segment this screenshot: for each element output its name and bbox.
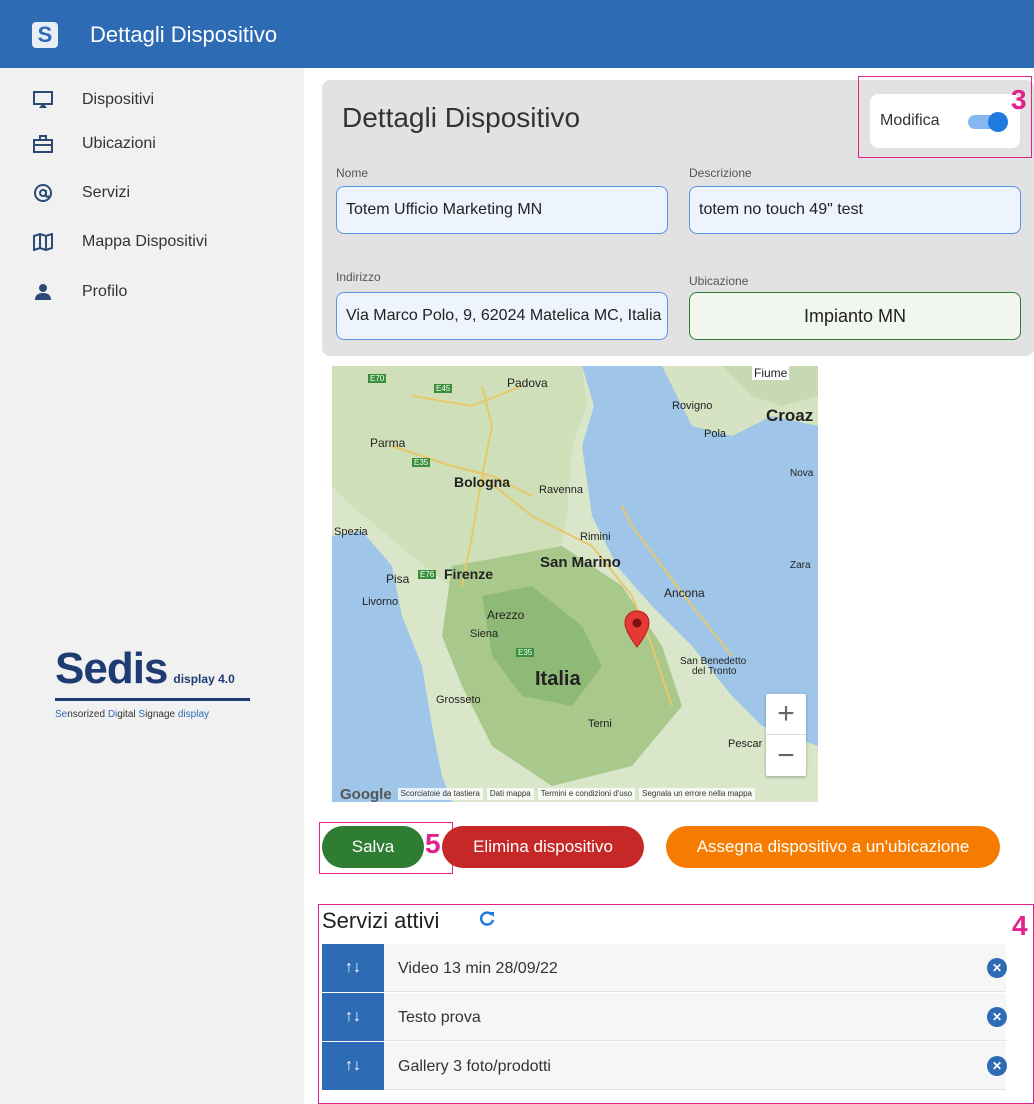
terms-link[interactable]: Termini e condizioni d'uso xyxy=(537,788,636,800)
refresh-icon[interactable] xyxy=(478,910,496,934)
monitor-icon xyxy=(32,89,54,111)
service-label: Video 13 min 28/09/22 xyxy=(398,960,558,977)
ubicazione-field[interactable]: Impianto MN xyxy=(689,292,1021,340)
annotation-5: 5 xyxy=(425,828,441,859)
map-label-italia: Italia xyxy=(535,668,581,690)
map-label-rovigno: Rovigno xyxy=(672,400,713,412)
modifica-toggle-container[interactable]: Modifica xyxy=(870,94,1020,148)
descrizione-label: Descrizione xyxy=(689,166,752,180)
person-icon xyxy=(32,281,54,303)
google-logo: Google xyxy=(340,785,392,803)
service-row[interactable]: ↑↓ Gallery 3 foto/prodotti ✕ xyxy=(322,1042,1007,1090)
map-label-bologna: Bologna xyxy=(454,474,510,490)
brand-tagline: Sensorized Digital Signage display xyxy=(55,709,210,720)
sidebar-item-mappa-dispositivi[interactable]: Mappa Dispositivi xyxy=(0,222,304,262)
servizi-attivi-title: Servizi attivi xyxy=(322,908,440,933)
remove-service-icon[interactable]: ✕ xyxy=(987,1007,1007,1027)
map-label-pescara: Pescar xyxy=(728,738,763,750)
sidebar-item-label: Servizi xyxy=(82,184,131,201)
at-icon xyxy=(32,182,54,204)
map-label-ancona: Ancona xyxy=(664,586,705,600)
brand-version: display 4.0 xyxy=(173,672,235,686)
page-title: Dettagli Dispositivo xyxy=(342,102,581,133)
map-label-terni: Terni xyxy=(588,718,612,730)
sidebar-item-profilo[interactable]: Profilo xyxy=(0,272,304,312)
drag-handle-icon[interactable]: ↑↓ xyxy=(322,1042,384,1090)
sidebar-item-label: Mappa Dispositivi xyxy=(82,233,208,250)
map-label-croazia: Croaz xyxy=(766,406,814,425)
app-header: S Dettagli Dispositivo xyxy=(0,0,1034,68)
sidebar-item-dispositivi[interactable]: Dispositivi xyxy=(0,80,304,120)
road-shield-e45: E45 xyxy=(434,384,453,393)
brand-underline xyxy=(55,698,250,701)
annotation-4: 4 xyxy=(1012,910,1028,941)
app-logo: S xyxy=(32,22,58,48)
assegna-ubicazione-button[interactable]: Assegna dispositivo a un'ubicazione xyxy=(666,826,1000,868)
map-label-parma: Parma xyxy=(370,436,406,450)
annotation-3: 3 xyxy=(1011,84,1027,115)
sidebar-item-label: Ubicazioni xyxy=(82,135,156,152)
map-data-link[interactable]: Dati mappa xyxy=(486,788,534,800)
road-shield-e35: E35 xyxy=(412,458,431,467)
app-title: Dettagli Dispositivo xyxy=(90,22,278,47)
map-label-ravenna: Ravenna xyxy=(539,484,584,496)
map-label-zara: Zara xyxy=(790,560,811,571)
road-shield-e35-south: E35 xyxy=(516,648,535,657)
sidebar-item-label: Dispositivi xyxy=(82,91,155,108)
drag-handle-icon[interactable]: ↑↓ xyxy=(322,993,384,1041)
service-row[interactable]: ↑↓ Video 13 min 28/09/22 ✕ xyxy=(322,944,1007,992)
map-label-arezzo: Arezzo xyxy=(487,608,525,622)
indirizzo-field[interactable]: Via Marco Polo, 9, 62024 Matelica MC, It… xyxy=(336,292,668,340)
map-label-rimini: Rimini xyxy=(580,531,611,543)
switch-knob xyxy=(988,112,1008,132)
nome-label: Nome xyxy=(336,166,369,180)
road-shield-e76: E76 xyxy=(418,570,437,579)
keyboard-shortcuts-link[interactable]: Scorciatoie da tastiera xyxy=(397,788,483,800)
map-label-siena: Siena xyxy=(470,628,499,640)
drag-handle-icon[interactable]: ↑↓ xyxy=(322,944,384,992)
sidebar: Dispositivi Ubicazioni Servizi Mappa Dis… xyxy=(0,68,304,1104)
map-footer: Google Scorciatoie da tastiera Dati mapp… xyxy=(332,785,818,803)
zoom-out-button[interactable]: − xyxy=(766,735,806,776)
map-label-pola: Pola xyxy=(704,428,727,440)
sidebar-item-label: Profilo xyxy=(82,283,128,300)
remove-service-icon[interactable]: ✕ xyxy=(987,1056,1007,1076)
map-label-san-marino: San Marino xyxy=(540,554,621,571)
sidebar-item-ubicazioni[interactable]: Ubicazioni xyxy=(0,124,304,164)
map-label-firenze: Firenze xyxy=(444,566,494,582)
map-label-spezia: Spezia xyxy=(334,526,368,538)
report-error-link[interactable]: Segnala un errore nella mappa xyxy=(639,788,755,800)
map-zoom-controls: + − xyxy=(766,694,806,776)
map-label-fiume: Fiume xyxy=(752,366,790,380)
map-label-livorno: Livorno xyxy=(362,596,399,608)
map-label-padova: Padova xyxy=(507,376,548,390)
map-label-novalja: Nova xyxy=(790,468,814,479)
service-row[interactable]: ↑↓ Testo prova ✕ xyxy=(322,993,1007,1041)
sidebar-item-servizi[interactable]: Servizi xyxy=(0,173,304,213)
map-label-pisa: Pisa xyxy=(386,572,410,586)
device-map[interactable]: Padova Parma Bologna Ravenna Rimini San … xyxy=(332,366,818,802)
map-label-grosseto: Grosseto xyxy=(436,694,481,706)
service-label: Testo prova xyxy=(398,1009,481,1026)
modifica-label: Modifica xyxy=(880,112,940,129)
indirizzo-label: Indirizzo xyxy=(336,270,381,284)
road-shield-e70: E70 xyxy=(368,374,387,383)
remove-service-icon[interactable]: ✕ xyxy=(987,958,1007,978)
nome-field[interactable]: Totem Ufficio Marketing MN xyxy=(336,186,668,234)
brand-logo: Sedis display 4.0 Sensorized Digital Sign… xyxy=(55,644,295,720)
zoom-in-button[interactable]: + xyxy=(766,694,806,735)
service-label: Gallery 3 foto/prodotti xyxy=(398,1058,551,1075)
map-icon xyxy=(32,231,54,253)
brand-name: Sedis xyxy=(55,644,168,693)
ubicazione-label: Ubicazione xyxy=(689,274,749,288)
elimina-dispositivo-button[interactable]: Elimina dispositivo xyxy=(442,826,644,868)
descrizione-field[interactable]: totem no touch 49" test xyxy=(689,186,1021,234)
modifica-switch[interactable] xyxy=(968,112,1010,132)
salva-button[interactable]: Salva xyxy=(322,826,424,868)
map-marker-icon[interactable] xyxy=(624,610,650,648)
briefcase-icon xyxy=(32,133,54,155)
map-label-del-tronto: del Tronto xyxy=(692,666,737,677)
